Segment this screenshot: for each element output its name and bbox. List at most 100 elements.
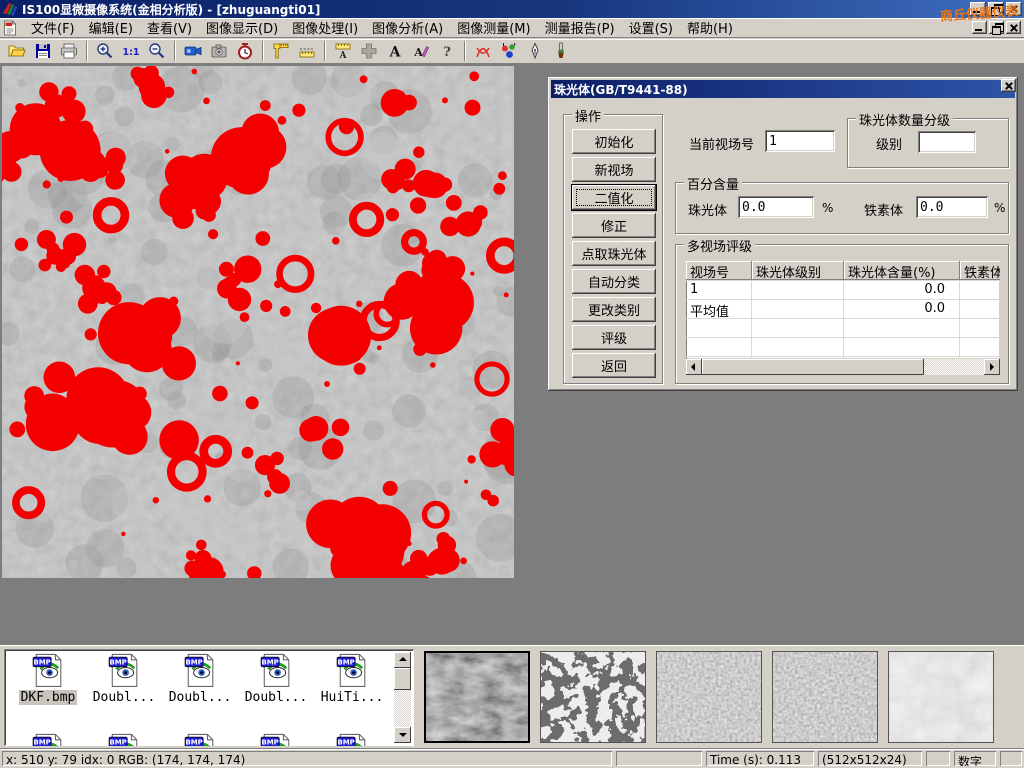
file-item[interactable]: BMP	[314, 733, 390, 746]
file-item-Doubl...[interactable]: BMPDoubl...	[238, 653, 314, 705]
image-merge-button[interactable]	[356, 40, 381, 62]
edit-text-icon: A	[412, 42, 430, 60]
dialog-close-icon[interactable]	[1001, 79, 1016, 92]
rating-table[interactable]: 视场号珠光体级别珠光体含量(%)铁素体10.0平均值0.0	[686, 261, 1000, 359]
classify-points-icon	[500, 42, 518, 60]
menu-item-4[interactable]: 图像处理(I)	[285, 16, 365, 39]
scroll-right-icon[interactable]	[984, 359, 1000, 375]
table-header-cell: 珠光体级别	[752, 261, 844, 280]
scrollbar-track[interactable]	[924, 359, 984, 375]
help-button[interactable]: ?	[434, 40, 459, 62]
menu-item-1[interactable]: 编辑(E)	[82, 16, 140, 39]
op-button-7[interactable]: 评级	[572, 325, 656, 350]
status-time: Time (s): 0.113	[706, 751, 814, 766]
restore-icon[interactable]	[988, 2, 1004, 16]
open-button[interactable]	[4, 40, 29, 62]
file-item-DKF.bmp[interactable]: BMPDKF.bmp	[10, 653, 86, 705]
file-item-HuiTi...[interactable]: BMPHuiTi...	[314, 653, 390, 705]
classify-points-button[interactable]	[496, 40, 521, 62]
table-row[interactable]: 10.0	[686, 281, 1000, 300]
measure-font-button[interactable]: A	[330, 40, 355, 62]
op-button-3[interactable]: 修正	[572, 213, 656, 238]
zoom-out-icon	[148, 42, 166, 60]
one-to-one-icon: 1:1	[122, 42, 140, 60]
table-header-cell: 铁素体	[960, 261, 1000, 280]
table-row[interactable]: 平均值0.0	[686, 300, 1000, 319]
save-button[interactable]	[30, 40, 55, 62]
scroll-up-icon[interactable]	[394, 652, 411, 668]
edit-text-button[interactable]: A	[408, 40, 433, 62]
menu-item-8[interactable]: 设置(S)	[622, 16, 680, 39]
menu-item-2[interactable]: 查看(V)	[140, 16, 199, 39]
scroll-left-icon[interactable]	[686, 359, 702, 375]
op-button-2[interactable]: 二值化	[572, 185, 656, 210]
table-h-scrollbar[interactable]	[686, 359, 1000, 375]
thumbnail-5[interactable]	[888, 651, 994, 743]
minimize-icon[interactable]	[970, 2, 986, 16]
thumbnail-4[interactable]	[772, 651, 878, 743]
op-button-4[interactable]: 点取珠光体	[572, 241, 656, 266]
svg-text:BMP: BMP	[34, 659, 51, 667]
video-camera-button[interactable]	[180, 40, 205, 62]
zoom-in-button[interactable]	[92, 40, 117, 62]
scrollbar-thumb[interactable]	[702, 359, 924, 375]
thumbnail-strip	[424, 651, 994, 743]
one-to-one-button[interactable]: 1:1	[118, 40, 143, 62]
menu-item-7[interactable]: 测量报告(P)	[538, 16, 622, 39]
menu-item-9[interactable]: 帮助(H)	[680, 16, 740, 39]
ferrite-percent-input[interactable]	[916, 196, 988, 218]
file-item-Doubl...[interactable]: BMPDoubl...	[86, 653, 162, 705]
menu-item-3[interactable]: 图像显示(D)	[199, 16, 285, 39]
ruler-button[interactable]	[294, 40, 319, 62]
ink-pen-button[interactable]	[522, 40, 547, 62]
mdi-restore-icon[interactable]	[989, 21, 1004, 34]
bmp-file-icon: BMP	[108, 733, 140, 746]
print-button[interactable]	[56, 40, 81, 62]
table-row[interactable]	[686, 319, 1000, 338]
op-button-5[interactable]: 自动分类	[572, 269, 656, 294]
status-empty-3	[1000, 751, 1022, 766]
file-item[interactable]: BMP	[86, 733, 162, 746]
snapshot-camera-button[interactable]	[206, 40, 231, 62]
op-button-6[interactable]: 更改类别	[572, 297, 656, 322]
close-icon[interactable]	[1006, 2, 1022, 16]
menu-item-5[interactable]: 图像分析(A)	[365, 16, 450, 39]
op-button-0[interactable]: 初始化	[572, 129, 656, 154]
file-item[interactable]: BMP	[162, 733, 238, 746]
micrograph-image[interactable]	[2, 66, 514, 578]
menu-item-0[interactable]: 文件(F)	[24, 16, 82, 39]
thumbnail-1[interactable]	[424, 651, 530, 743]
grade-input[interactable]	[918, 131, 976, 153]
current-field-label: 当前视场号	[689, 134, 754, 153]
mdi-close-icon[interactable]	[1006, 21, 1021, 34]
bmp-file-icon: BMP	[184, 733, 216, 746]
paint-brush-button[interactable]	[548, 40, 573, 62]
bmp-file-icon: BMP	[260, 733, 292, 746]
op-button-1[interactable]: 新视场	[572, 157, 656, 182]
thumbnail-3[interactable]	[656, 651, 762, 743]
file-item-Doubl...[interactable]: BMPDoubl...	[162, 653, 238, 705]
current-field-input[interactable]	[765, 130, 835, 152]
zoom-out-button[interactable]	[144, 40, 169, 62]
text-label-button[interactable]: A	[382, 40, 407, 62]
multifield-group-label: 多视场评级	[684, 236, 755, 255]
table-row[interactable]	[686, 338, 1000, 357]
caliper-icon	[272, 42, 290, 60]
file-item[interactable]: BMP	[238, 733, 314, 746]
menu-item-6[interactable]: 图像测量(M)	[450, 16, 537, 39]
scroll-down-icon[interactable]	[394, 727, 411, 743]
thumbnail-2[interactable]	[540, 651, 646, 743]
caliper-button[interactable]	[268, 40, 293, 62]
timer-clock-button[interactable]	[232, 40, 257, 62]
file-item[interactable]: BMP	[10, 733, 86, 746]
curve-tool-button[interactable]	[470, 40, 495, 62]
svg-text:BMP: BMP	[34, 739, 51, 746]
dialog-title-bar[interactable]: 珠光体(GB/T9441-88)	[551, 80, 1015, 98]
svg-text:?: ?	[443, 45, 451, 60]
document-icon[interactable]	[2, 20, 18, 36]
op-button-8[interactable]: 返回	[572, 353, 656, 378]
file-v-scrollbar[interactable]	[394, 652, 411, 743]
pearlite-percent-input[interactable]	[738, 196, 814, 218]
mdi-minimize-icon[interactable]	[972, 21, 987, 34]
file-scroll-thumb[interactable]	[394, 668, 411, 690]
